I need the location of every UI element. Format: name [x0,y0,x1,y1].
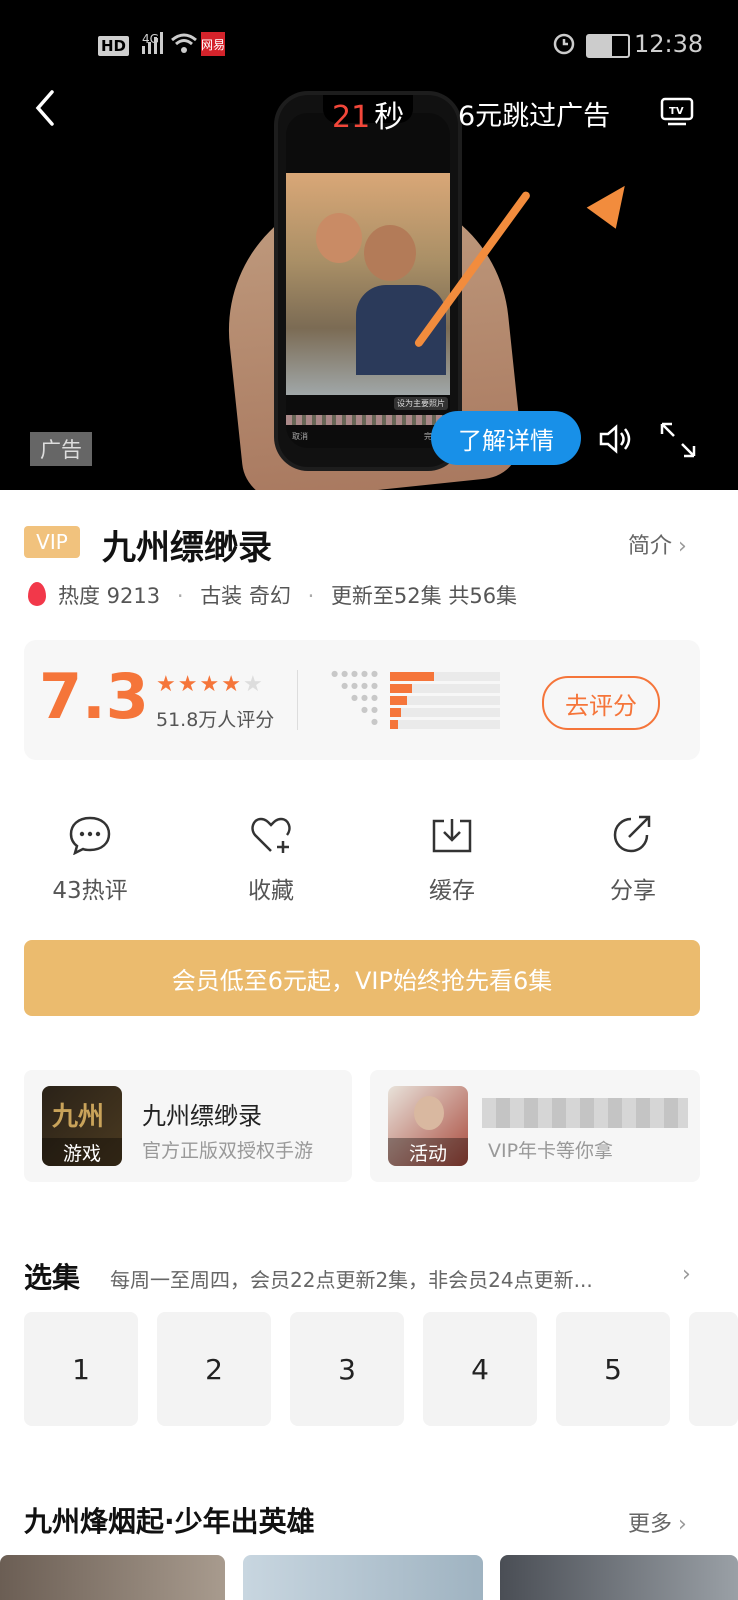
vip-badge: VIP [24,526,80,558]
vip-promo-banner[interactable]: 会员低至6元起，VIP始终抢先看6集 [24,940,700,1016]
episodes-desc: 每周一至周四，会员22点更新2集，非会员24点更新... [110,1268,593,1292]
rating-row-stars: ● [371,717,381,726]
episode-item-partial[interactable] [689,1312,738,1426]
game-card-subtitle: 官方正版双授权手游 [142,1140,314,1162]
rating-bar [390,672,500,681]
tv-cast-icon[interactable]: TV [660,96,694,128]
annotation-arrow-head [586,175,640,229]
download-action[interactable]: 缓存 [392,815,512,905]
rating-bar [390,684,500,693]
favorite-label: 收藏 [248,878,294,904]
game-tag: 游戏 [42,1138,122,1166]
rating-bar-fill [390,708,401,717]
fullscreen-icon[interactable] [658,420,698,460]
ad-countdown: 21 秒 [332,100,405,135]
show-meta: 热度 9213 · 古装 奇幻 · 更新至52集 共56集 [58,584,518,608]
rating-row-stars: ●●●● [341,681,381,690]
intro-link[interactable]: 简介 › [628,528,687,560]
rating-row-stars: ●●●●● [331,669,381,678]
related-thumb[interactable] [0,1555,225,1600]
ad-phone-overlay: 设为主要照片 [394,397,448,410]
rating-bar [390,720,500,729]
ad-video-player[interactable]: HD 4G 网易 12:38 设为主要照片 取消 完成 [0,0,738,490]
rating-bar [390,696,500,705]
rating-bar-fill [390,684,412,693]
activity-card[interactable]: 活动 VIP年卡等你拿 [370,1070,700,1182]
rating-bar-fill [390,696,407,705]
star-icon: ★ [199,672,222,697]
comments-action[interactable]: 43热评 [30,815,150,905]
heart-add-icon [249,815,293,855]
share-icon [611,815,655,855]
game-thumbnail: 九州 游戏 [42,1086,122,1166]
alarm-icon [552,31,576,55]
rating-bar [390,708,500,717]
related-thumb[interactable] [243,1555,483,1600]
rating-bar-fill [390,720,398,729]
rating-score: 7.3 [39,660,149,733]
star-empty-icon: ★ [242,672,265,697]
ad-tag: 广告 [30,432,92,466]
star-half-icon: ★ [221,672,243,697]
related-thumb[interactable] [500,1555,738,1600]
episode-item[interactable]: 2 [157,1312,271,1426]
rating-stars: ★★★★★ [156,672,265,697]
show-title: 九州缥缈录 [102,528,272,568]
rating-row-stars: ●●● [351,693,381,702]
ad-phone-image: 设为主要照片 取消 完成 [278,95,458,467]
episode-item[interactable]: 4 [423,1312,537,1426]
activity-tag: 活动 [388,1138,468,1166]
skip-ad-button[interactable]: 6元跳过广告 [458,94,610,133]
episode-item[interactable]: 5 [556,1312,670,1426]
episodes-title: 选集 [24,1261,81,1294]
activity-title-blurred [482,1098,688,1128]
game-card-title: 九州缥缈录 [142,1102,262,1130]
download-label: 缓存 [429,878,475,904]
signal-icon [140,32,164,54]
more-link[interactable]: 更多 › [628,1506,687,1538]
share-label: 分享 [610,878,656,904]
favorite-action[interactable]: 收藏 [211,815,331,905]
rating-row-stars: ●● [361,705,381,714]
star-icon: ★ [156,672,178,697]
rating-divider [297,670,298,730]
related-title: 九州烽烟起·少年出英雄 [24,1505,315,1538]
back-button[interactable] [30,88,60,128]
game-card[interactable]: 九州 游戏 九州缥缈录 官方正版双授权手游 [24,1070,352,1182]
download-icon [430,815,474,855]
wifi-icon [170,32,198,54]
ad-phone-filmstrip [286,415,450,425]
comments-label: 43热评 [52,878,128,904]
svg-text:TV: TV [669,106,684,117]
ad-photo [286,173,450,395]
activity-card-subtitle: VIP年卡等你拿 [488,1140,614,1162]
volume-icon[interactable] [598,424,634,454]
rating-distribution: ●●●●● ●●●● ●●● ●● ● [325,669,503,730]
chevron-right-icon[interactable]: › [682,1262,691,1287]
episode-item[interactable]: 1 [24,1312,138,1426]
episode-item[interactable]: 3 [290,1312,404,1426]
activity-thumbnail: 活动 [388,1086,468,1166]
battery-icon [586,34,630,58]
rating-count: 51.8万人评分 [156,709,275,731]
ad-phone-cancel: 取消 [292,432,308,441]
learn-more-button[interactable]: 了解详情 [431,411,581,465]
share-action[interactable]: 分享 [573,815,693,905]
status-time: 12:38 [634,30,704,58]
rate-button[interactable]: 去评分 [542,676,660,730]
rating-bar-fill [390,672,434,681]
carrier-badge: 网易 [201,32,225,56]
comment-icon [68,815,112,856]
flame-icon [28,582,46,606]
star-icon: ★ [177,672,200,697]
